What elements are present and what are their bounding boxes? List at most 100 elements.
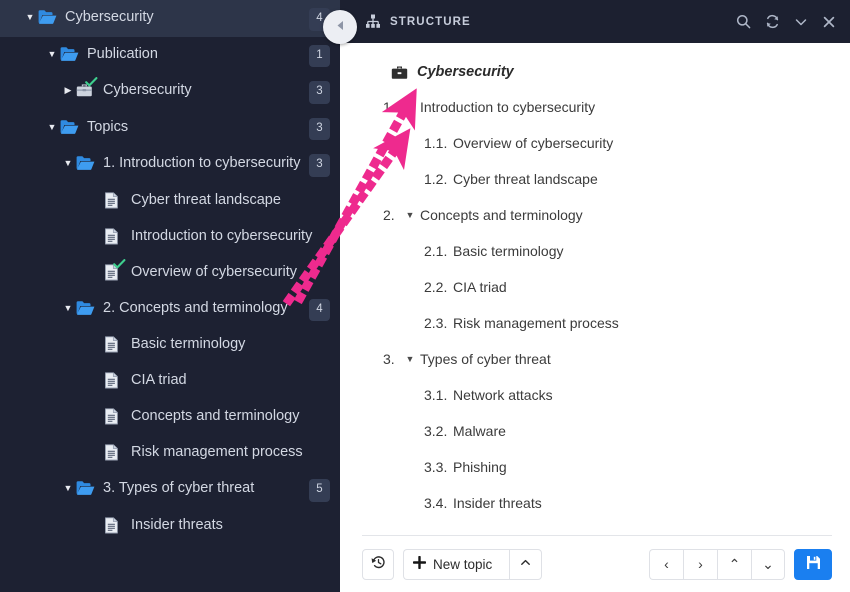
toc-item-text: Malware: [453, 423, 506, 439]
toc-item[interactable]: 3.4. Insider threats: [365, 485, 830, 521]
nav-prev-button[interactable]: ‹: [649, 548, 683, 580]
tree-item[interactable]: ▼ Topics 3: [0, 110, 340, 147]
caret-right-icon[interactable]: ▶: [60, 79, 76, 101]
folder-open-icon: [38, 6, 58, 28]
tree-item[interactable]: ▼Basic terminology: [0, 327, 340, 363]
structure-panel: STRUCTURE Cybersecurity 1. ▼ Introductio…: [323, 0, 850, 592]
toc-item-number: 3.1.: [424, 387, 448, 403]
folder-open-icon: [60, 43, 80, 65]
tree-item[interactable]: ▼Overview of cybersecurity: [0, 255, 340, 291]
tree-item-label: Cybersecurity: [103, 82, 192, 98]
tree-item-badge: 4: [309, 298, 330, 321]
tree-item[interactable]: ▼Cyber threat landscape: [0, 183, 340, 219]
toc-item-number: 1.: [383, 99, 395, 115]
toc-item[interactable]: 2.1. Basic terminology: [365, 233, 830, 269]
structure-content: Cybersecurity 1. ▼ Introduction to cyberse…: [340, 43, 850, 535]
caret-down-icon[interactable]: ▼: [400, 206, 420, 224]
toc-item-text: Concepts and terminology: [420, 207, 583, 223]
briefcase-icon: [76, 77, 98, 101]
toc-item-number: 3.: [383, 351, 395, 367]
toc-item-number: 2.2.: [424, 279, 448, 295]
tree-item-label: Risk management process: [131, 444, 303, 460]
tree-item[interactable]: ▶ Cybersecurity 3: [0, 73, 340, 110]
tree-item-label: Topics: [87, 118, 129, 135]
document-icon: [104, 258, 126, 283]
tree-item[interactable]: ▼ 2. Concepts and terminology 4: [0, 291, 340, 328]
caret-down-icon[interactable]: ▼: [60, 152, 76, 174]
toc-item[interactable]: 1.1. Overview of cybersecurity: [365, 125, 830, 161]
plus-icon: [412, 555, 427, 572]
toc-item[interactable]: 1.2. Cyber threat landscape: [365, 161, 830, 197]
chevron-up-icon: [519, 556, 532, 572]
panel-header-actions: [736, 14, 836, 29]
collapse-panel-button[interactable]: [323, 10, 357, 44]
caret-down-icon[interactable]: ▼: [22, 6, 38, 28]
tree-item[interactable]: ▼Risk management process: [0, 435, 340, 471]
document-title-text: Cybersecurity: [417, 64, 514, 80]
tree-item[interactable]: ▼CIA triad: [0, 363, 340, 399]
document-tree-sidebar[interactable]: ▼ Cybersecurity 4 ▼ Publication 1 ▶ Cybersecuri…: [0, 0, 340, 592]
close-icon[interactable]: [822, 15, 836, 29]
caret-down-icon[interactable]: ▼: [400, 98, 420, 116]
nav-down-button[interactable]: ⌄: [751, 548, 785, 580]
toc-item-text: Basic terminology: [453, 243, 564, 259]
tree-item-badge: 3: [309, 117, 330, 140]
caret-down-icon[interactable]: ▼: [44, 43, 60, 65]
tree-item[interactable]: ▼Introduction to cybersecurity: [0, 219, 340, 255]
document-icon: [104, 333, 124, 355]
folder-open-icon: [60, 116, 80, 138]
new-topic-button[interactable]: New topic: [403, 548, 510, 580]
tree-item-label: 2. Concepts and terminology: [103, 299, 288, 316]
toc-item-number: 1.2.: [424, 171, 448, 187]
search-icon[interactable]: [736, 14, 751, 29]
folder-open-icon: [76, 297, 96, 319]
briefcase-icon: [391, 65, 408, 80]
tree-item[interactable]: ▼Concepts and terminology: [0, 399, 340, 435]
toc-item[interactable]: 2.3. Risk management process: [365, 305, 830, 341]
caret-down-icon[interactable]: ▼: [44, 116, 60, 138]
tree-item[interactable]: ▼ 3. Types of cyber threat 5: [0, 471, 340, 508]
caret-down-icon[interactable]: ▼: [400, 350, 420, 368]
toc-item-text: Types of cyber threat: [420, 351, 551, 367]
caret-down-icon[interactable]: ▼: [60, 297, 76, 319]
toc-item[interactable]: 3.2. Malware: [365, 413, 830, 449]
new-topic-label: New topic: [433, 556, 493, 572]
tree-item[interactable]: ▼ Publication 1: [0, 37, 340, 74]
tree-item-label: Basic terminology: [131, 336, 246, 352]
tree-item[interactable]: ▼ 1. Introduction to cybersecurity 3: [0, 146, 340, 183]
toc-list: 1. ▼ Introduction to cybersecurity 1.1. Over…: [365, 89, 830, 521]
save-button[interactable]: [794, 548, 832, 580]
toc-item-text: Phishing: [453, 459, 507, 475]
toc-item-text: Risk management process: [453, 315, 619, 331]
tree-item[interactable]: ▼Insider threats: [0, 508, 340, 544]
nav-next-button[interactable]: ›: [683, 548, 717, 580]
chevron-down-icon[interactable]: [794, 15, 808, 29]
folder-open-icon: [76, 477, 96, 499]
tree-item-label: Overview of cybersecurity: [131, 263, 297, 280]
tree-item[interactable]: ▼ Cybersecurity 4: [0, 0, 340, 37]
new-topic-options-button[interactable]: [509, 548, 543, 580]
toc-item[interactable]: 3.3. Phishing: [365, 449, 830, 485]
toc-item[interactable]: 2. ▼ Concepts and terminology: [365, 197, 830, 233]
panel-title: STRUCTURE: [390, 15, 471, 28]
toc-item-number: 2.3.: [424, 315, 448, 331]
document-icon: [104, 189, 124, 211]
toc-item[interactable]: 3.1. Network attacks: [365, 377, 830, 413]
toc-item[interactable]: 3. ▼ Types of cyber threat: [365, 341, 830, 377]
tree-item-label: Insider threats: [131, 516, 223, 533]
nav-up-button[interactable]: ⌃: [717, 548, 751, 580]
toc-item-number: 3.2.: [424, 423, 448, 439]
caret-left-icon: [335, 18, 346, 36]
history-revert-button[interactable]: [362, 548, 394, 580]
tree-item-label: 3. Types of cyber threat: [103, 480, 255, 496]
document-icon: [104, 405, 124, 427]
toc-item-number: 2.: [383, 207, 395, 223]
refresh-icon[interactable]: [765, 14, 780, 29]
toc-item[interactable]: 2.2. CIA triad: [365, 269, 830, 305]
caret-down-icon[interactable]: ▼: [60, 477, 76, 499]
document-icon: [104, 514, 124, 536]
tree-item-label: Concepts and terminology: [131, 408, 300, 424]
document-icon: [104, 225, 124, 247]
new-topic-group: New topic: [403, 548, 543, 580]
toc-item[interactable]: 1. ▼ Introduction to cybersecurity: [365, 89, 830, 125]
